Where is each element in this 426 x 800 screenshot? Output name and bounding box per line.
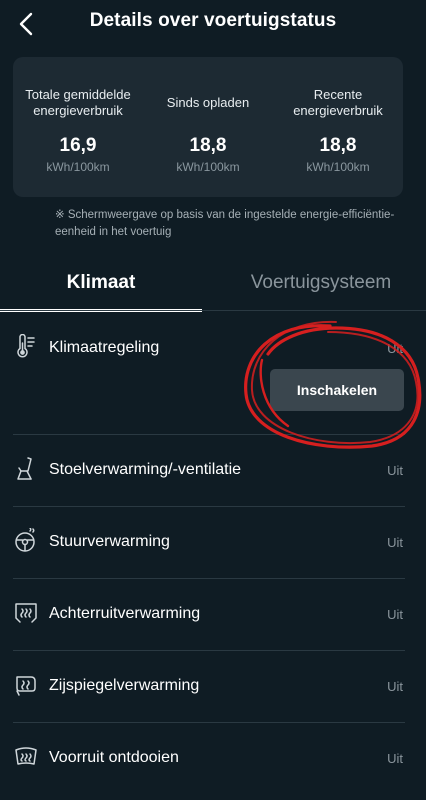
efficiency-note: ※ Schermweergave op basis van de ingeste… xyxy=(55,209,395,238)
list-item-label: Achterruitverwarming xyxy=(49,605,201,622)
stat-since-charging: Sinds opladen 18,8 kWh/100km xyxy=(143,57,273,197)
enable-climate-button[interactable]: Inschakelen xyxy=(270,369,404,411)
tab-climate[interactable]: Klimaat xyxy=(0,255,202,311)
list-item-label: Klimaatregeling xyxy=(49,339,160,356)
list-item-seat-heating[interactable]: Stoelverwarming/-ventilatie Uit xyxy=(13,456,405,507)
stat-value: 16,9 xyxy=(59,135,97,156)
stat-unit: kWh/100km xyxy=(306,160,370,174)
header: Details over voertuigstatus xyxy=(0,0,426,48)
list-item-mirror-heating[interactable]: Zijspiegelverwarming Uit xyxy=(13,672,405,723)
page-title: Details over voertuigstatus xyxy=(89,10,337,31)
thermometer-icon xyxy=(13,334,39,360)
status-text: Uit xyxy=(387,607,403,622)
row-divider xyxy=(13,434,405,435)
steering-wheel-icon xyxy=(13,528,39,554)
stat-value: 18,8 xyxy=(319,135,357,156)
energy-stats-card: Totale gemiddelde energieverbruik 16,9 k… xyxy=(13,57,403,197)
tab-bar: Klimaat Voertuigsysteem xyxy=(0,255,426,312)
list-item-label: Stuurverwarming xyxy=(49,533,170,550)
list-item-label: Zijspiegelverwarming xyxy=(49,677,200,694)
stat-value: 18,8 xyxy=(189,135,227,156)
stat-unit: kWh/100km xyxy=(46,160,110,174)
stat-label: Sinds opladen xyxy=(166,95,250,110)
stat-label: Totale gemiddelde energieverbruik xyxy=(25,87,131,118)
stat-total-average: Totale gemiddelde energieverbruik 16,9 k… xyxy=(13,57,143,197)
list-item-label: Stoelverwarming/-ventilatie xyxy=(49,461,242,478)
status-text: Uit xyxy=(387,463,403,478)
mirror-heat-icon xyxy=(13,672,39,698)
status-text: Uit xyxy=(387,535,403,550)
tab-divider xyxy=(0,310,426,311)
windshield-defrost-icon xyxy=(13,744,39,770)
status-text: Uit xyxy=(387,679,403,694)
row-divider xyxy=(13,578,405,579)
seat-icon xyxy=(13,456,39,482)
row-divider xyxy=(13,722,405,723)
list-item-rear-window-heating[interactable]: Achterruitverwarming Uit xyxy=(13,600,405,651)
list-item-label: Voorruit ontdooien xyxy=(49,749,179,766)
status-text: Uit xyxy=(387,341,403,356)
row-divider xyxy=(13,506,405,507)
rear-window-defrost-icon xyxy=(13,600,39,626)
stat-recent: Recente energieverbruik 18,8 kWh/100km xyxy=(273,57,403,197)
tab-vehicle-system[interactable]: Voertuigsysteem xyxy=(216,255,426,311)
list-item-windshield-defrost[interactable]: Voorruit ontdooien Uit xyxy=(13,744,405,794)
status-text: Uit xyxy=(387,751,403,766)
stat-unit: kWh/100km xyxy=(176,160,240,174)
list-item-steering-heating[interactable]: Stuurverwarming Uit xyxy=(13,528,405,579)
row-divider xyxy=(13,650,405,651)
stat-label: Recente energieverbruik xyxy=(293,87,383,118)
